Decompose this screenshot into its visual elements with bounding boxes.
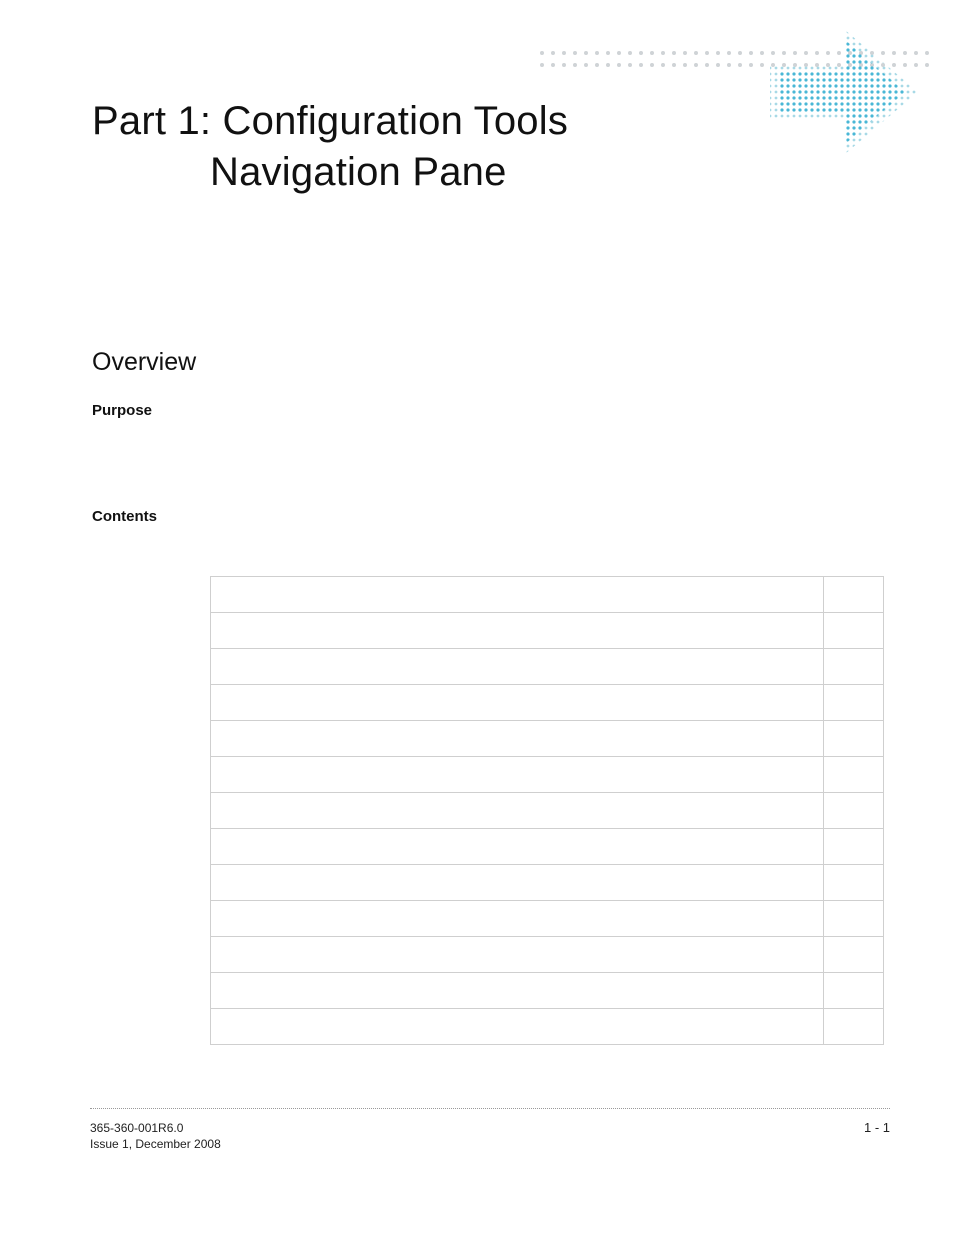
row-title — [211, 793, 824, 829]
page-title-line1: Part 1: Configuration Tools — [92, 96, 568, 147]
row-title — [211, 757, 824, 793]
table-row — [211, 757, 884, 793]
row-page — [824, 721, 884, 757]
row-title — [211, 721, 824, 757]
row-page — [824, 1009, 884, 1045]
footer-issue-line: Issue 1, December 2008 — [90, 1136, 221, 1152]
page-title-block: Part 1: Configuration Tools Navigation P… — [92, 96, 568, 198]
row-page — [824, 613, 884, 649]
row-title — [211, 937, 824, 973]
row-page — [824, 649, 884, 685]
row-page — [824, 829, 884, 865]
table-row — [211, 901, 884, 937]
row-page — [824, 685, 884, 721]
table-row — [211, 577, 884, 613]
row-page — [824, 757, 884, 793]
row-page — [824, 577, 884, 613]
footer-doc-id: 365-360-001R6.0 — [90, 1120, 221, 1136]
row-page — [824, 793, 884, 829]
dotrow-1 — [540, 42, 936, 46]
footer-left: 365-360-001R6.0 Issue 1, December 2008 — [90, 1120, 221, 1152]
contents-table-wrap — [210, 576, 884, 1045]
table-row — [211, 973, 884, 1009]
row-title — [211, 577, 824, 613]
dotrow-2 — [540, 54, 936, 58]
table-row — [211, 1009, 884, 1045]
row-title — [211, 973, 824, 1009]
heading-contents: Contents — [92, 508, 157, 525]
table-row — [211, 721, 884, 757]
row-title — [211, 649, 824, 685]
contents-table — [210, 576, 884, 1045]
table-row — [211, 937, 884, 973]
row-page — [824, 901, 884, 937]
decorative-graphic — [540, 36, 940, 166]
row-title — [211, 685, 824, 721]
row-page — [824, 865, 884, 901]
arrow-dot-icon — [750, 30, 920, 160]
table-row — [211, 793, 884, 829]
document-page: Part 1: Configuration Tools Navigation P… — [0, 0, 954, 1235]
table-row — [211, 613, 884, 649]
footer-page-number: 1 - 1 — [864, 1120, 890, 1135]
footer-rule — [90, 1108, 890, 1109]
table-row — [211, 649, 884, 685]
table-row — [211, 829, 884, 865]
row-page — [824, 973, 884, 1009]
heading-purpose: Purpose — [92, 402, 152, 419]
row-title — [211, 829, 824, 865]
page-title-line2: Navigation Pane — [92, 147, 568, 198]
row-title — [211, 613, 824, 649]
heading-overview: Overview — [92, 348, 196, 377]
table-row — [211, 865, 884, 901]
row-title — [211, 865, 824, 901]
table-row — [211, 685, 884, 721]
row-title — [211, 1009, 824, 1045]
row-title — [211, 901, 824, 937]
row-page — [824, 937, 884, 973]
